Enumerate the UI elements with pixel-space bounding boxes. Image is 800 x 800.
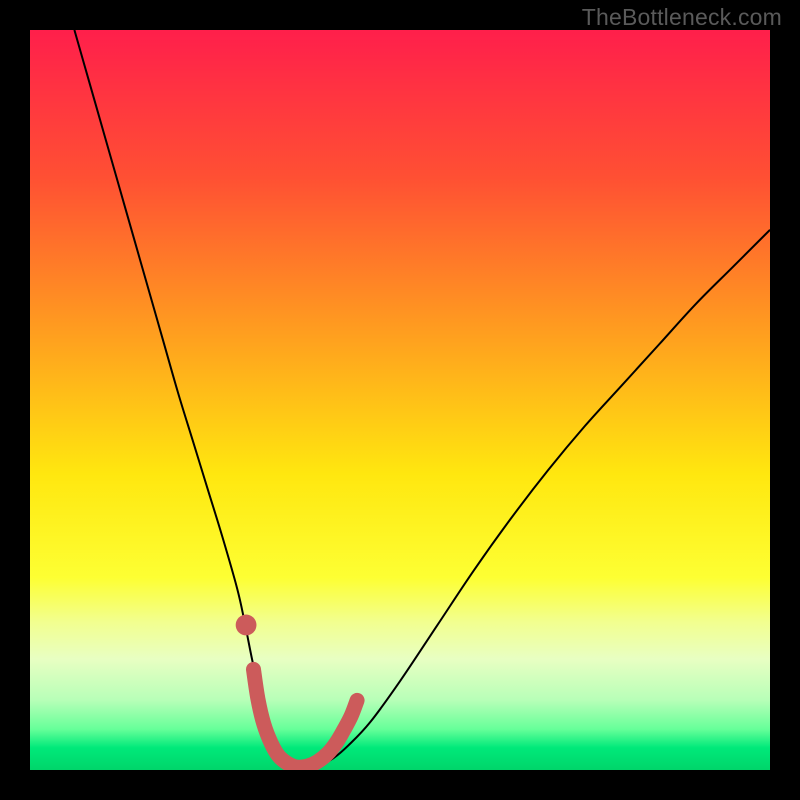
plot-area	[30, 30, 770, 770]
marker-layer	[236, 615, 257, 636]
bottleneck-chart	[30, 30, 770, 770]
gradient-background	[30, 30, 770, 770]
optimal-dot	[236, 615, 257, 636]
watermark-text: TheBottleneck.com	[582, 4, 782, 31]
chart-frame: TheBottleneck.com	[0, 0, 800, 800]
